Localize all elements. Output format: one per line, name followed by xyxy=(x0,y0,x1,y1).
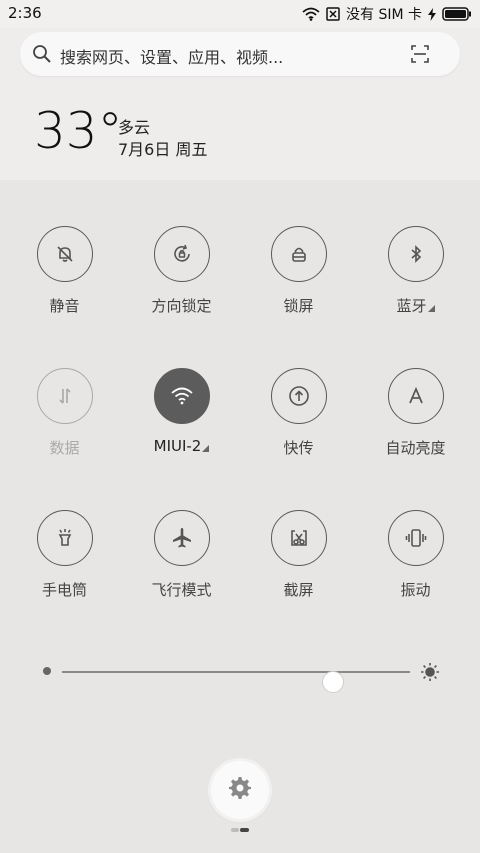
airplane-icon xyxy=(153,510,210,566)
tile-transfer[interactable]: 快传 xyxy=(240,368,357,458)
search-placeholder: 搜索网页、设置、应用、视频... xyxy=(60,48,284,67)
tile-bluetooth[interactable]: 蓝牙 xyxy=(357,226,474,316)
bluetooth-icon xyxy=(387,226,444,282)
tile-label-wrap: 蓝牙 xyxy=(357,295,474,316)
page-dot xyxy=(231,828,239,832)
tile-vibrate[interactable]: 振动 xyxy=(357,510,474,600)
wifi-icon xyxy=(153,368,210,424)
weather-temperature[interactable]: 33° xyxy=(34,106,123,156)
tile-wifi[interactable]: MIUI-2 xyxy=(123,368,240,455)
battery-icon xyxy=(442,7,472,21)
tile-flashlight[interactable]: 手电筒 xyxy=(6,510,123,600)
scan-icon[interactable] xyxy=(410,44,430,68)
header-panel: 搜索网页、设置、应用、视频... 33° 多云 7月6日 周五 xyxy=(0,28,480,180)
quick-settings-grid: 静音 方向锁定 锁屏 蓝牙 数据 MIUI-2 快传 自动亮度 手电筒 飞行模式… xyxy=(0,180,480,660)
silent-bell-icon xyxy=(36,226,93,282)
gear-icon xyxy=(228,776,252,804)
settings-button[interactable] xyxy=(211,761,269,819)
mobile-data-icon xyxy=(36,368,93,424)
tile-label: 振动 xyxy=(400,581,431,599)
search-bar[interactable]: 搜索网页、设置、应用、视频... xyxy=(20,32,460,76)
tile-label: 锁屏 xyxy=(283,297,314,315)
no-sim-icon xyxy=(326,7,340,21)
wifi-icon xyxy=(302,7,320,21)
tile-label: 方向锁定 xyxy=(151,297,212,315)
brightness-slider[interactable] xyxy=(40,660,440,693)
tile-label: 静音 xyxy=(49,297,80,315)
brightness-fill xyxy=(62,671,334,673)
tile-label: 快传 xyxy=(283,439,314,457)
tile-label: 截屏 xyxy=(283,581,314,599)
tile-label-wrap: MIUI-2 xyxy=(123,437,240,455)
tile-airplane[interactable]: 飞行模式 xyxy=(123,510,240,600)
brightness-thumb[interactable] xyxy=(322,671,345,693)
flashlight-icon xyxy=(36,510,93,566)
search-icon xyxy=(32,44,52,68)
brightness-high-icon xyxy=(420,662,440,686)
tile-label: 数据 xyxy=(49,439,80,457)
status-icons: 没有 SIM 卡 xyxy=(302,4,472,24)
status-time: 2:36 xyxy=(8,4,42,22)
auto-brightness-icon xyxy=(387,368,444,424)
vibrate-icon xyxy=(387,510,444,566)
page-dot xyxy=(240,828,249,832)
more-indicator-icon xyxy=(427,305,435,312)
tile-lock-screen[interactable]: 锁屏 xyxy=(240,226,357,316)
weather-condition: 多云 xyxy=(118,118,151,137)
sim-status-text: 没有 SIM 卡 xyxy=(346,7,422,23)
status-bar: 2:36 没有 SIM 卡 xyxy=(0,0,480,28)
transfer-icon xyxy=(270,368,327,424)
tile-label: 蓝牙 xyxy=(396,297,427,315)
weather-date: 7月6日 周五 xyxy=(118,140,208,159)
tile-label: 手电筒 xyxy=(41,581,87,599)
tile-silent[interactable]: 静音 xyxy=(6,226,123,316)
tile-label: 飞行模式 xyxy=(151,581,212,599)
tile-mobile-data[interactable]: 数据 xyxy=(6,368,123,458)
tile-label: MIUI-2 xyxy=(153,437,202,455)
tile-label: 自动亮度 xyxy=(385,439,446,457)
tile-screenshot[interactable]: 截屏 xyxy=(240,510,357,600)
rotation-lock-icon xyxy=(153,226,210,282)
tile-auto-brightness[interactable]: 自动亮度 xyxy=(357,368,474,458)
tile-rotation-lock[interactable]: 方向锁定 xyxy=(123,226,240,316)
brightness-low-icon xyxy=(43,667,51,675)
page-indicator xyxy=(231,828,249,832)
lock-screen-icon xyxy=(270,226,327,282)
more-indicator-icon xyxy=(202,445,210,452)
screenshot-icon xyxy=(270,510,327,566)
charging-icon xyxy=(428,7,436,21)
brightness-track[interactable] xyxy=(62,671,410,693)
